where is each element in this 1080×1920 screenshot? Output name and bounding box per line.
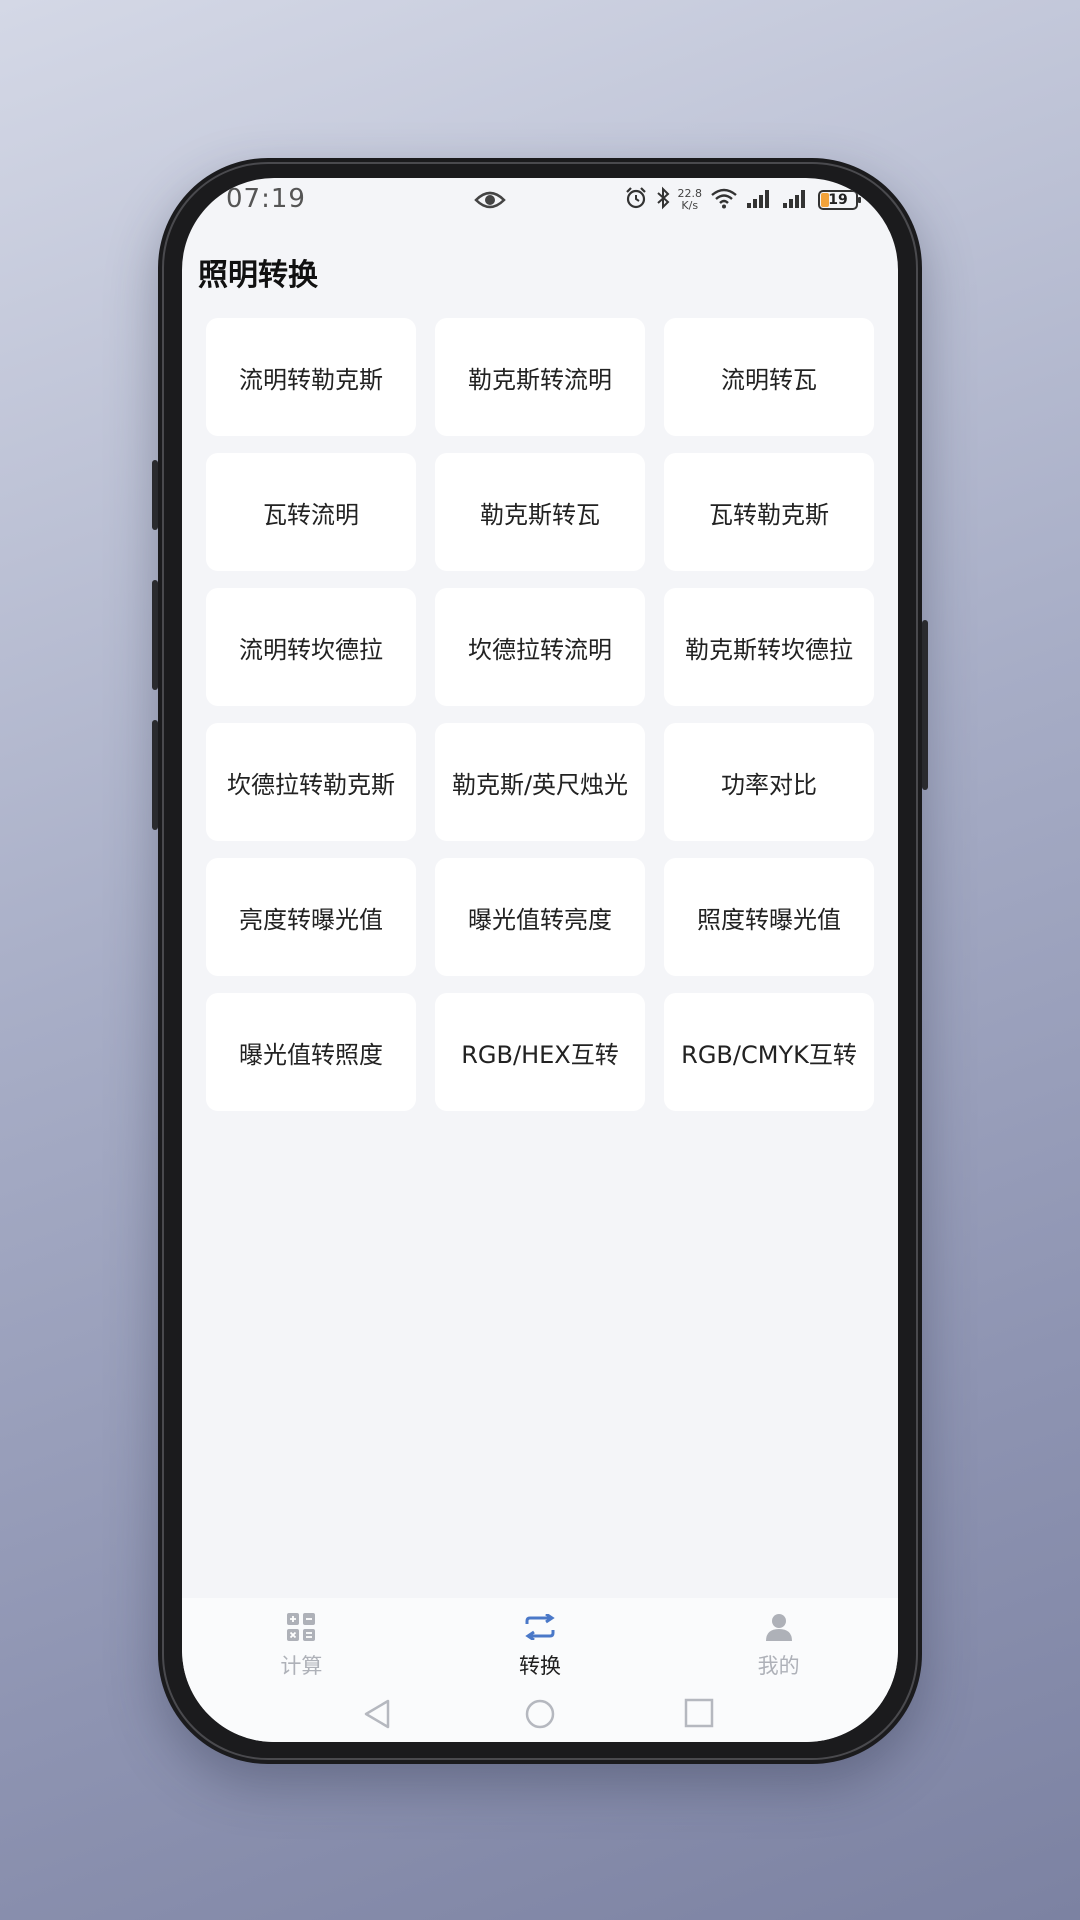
tile-lux-foot-candle[interactable]: 勒克斯/英尺烛光 bbox=[435, 723, 645, 841]
alarm-icon bbox=[624, 186, 648, 214]
back-triangle-icon[interactable] bbox=[362, 1698, 392, 1734]
tile-watt-to-lux[interactable]: 瓦转勒克斯 bbox=[664, 453, 874, 571]
network-speed-unit: K/s bbox=[681, 199, 699, 212]
tile-lumen-to-watt[interactable]: 流明转瓦 bbox=[664, 318, 874, 436]
nav-label-mine: 我的 bbox=[757, 1654, 800, 1678]
nav-label-convert: 转换 bbox=[519, 1654, 561, 1678]
battery-icon: 19 bbox=[818, 190, 861, 210]
status-time: 07:19 bbox=[226, 184, 306, 214]
tile-candela-to-lumen[interactable]: 坎德拉转流明 bbox=[435, 588, 645, 706]
home-circle-icon[interactable] bbox=[524, 1698, 556, 1734]
tile-ev-to-luminance[interactable]: 曝光值转亮度 bbox=[435, 858, 645, 976]
phone-power-button bbox=[922, 620, 928, 790]
swap-arrows-icon bbox=[523, 1610, 557, 1644]
tile-lux-to-lumen[interactable]: 勒克斯转流明 bbox=[435, 318, 645, 436]
grid-calc-icon bbox=[286, 1610, 316, 1644]
tile-luminance-to-ev[interactable]: 亮度转曝光值 bbox=[206, 858, 416, 976]
eye-icon bbox=[474, 190, 506, 214]
bottom-nav: 计算 转换 我的 bbox=[182, 1598, 898, 1688]
nav-item-convert[interactable]: 转换 bbox=[421, 1598, 660, 1688]
tile-lumen-to-lux[interactable]: 流明转勒克斯 bbox=[206, 318, 416, 436]
tile-lux-to-candela[interactable]: 勒克斯转坎德拉 bbox=[664, 588, 874, 706]
status-icons: 22.8 K/s 19 bbox=[624, 186, 861, 214]
status-bar: 07:19 22.8 K/s 19 bbox=[182, 178, 898, 242]
recents-square-icon[interactable] bbox=[684, 1698, 714, 1732]
nav-label-calculate: 计算 bbox=[280, 1654, 323, 1678]
tile-lux-to-watt[interactable]: 勒克斯转瓦 bbox=[435, 453, 645, 571]
wifi-icon bbox=[710, 187, 738, 213]
network-speed: 22.8 K/s bbox=[678, 188, 703, 212]
phone-screen: 07:19 22.8 K/s 19 照明转换 流明转勒克斯 勒克斯转流明 流明转… bbox=[182, 178, 898, 1742]
tile-power-compare[interactable]: 功率对比 bbox=[664, 723, 874, 841]
phone-frame: 07:19 22.8 K/s 19 照明转换 流明转勒克斯 勒克斯转流明 流明转… bbox=[158, 158, 922, 1764]
signal-icon-2 bbox=[782, 187, 810, 213]
bluetooth-icon bbox=[656, 186, 670, 214]
conversion-grid: 流明转勒克斯 勒克斯转流明 流明转瓦 瓦转流明 勒克斯转瓦 瓦转勒克斯 流明转坎… bbox=[206, 318, 874, 1111]
tile-rgb-cmyk[interactable]: RGB/CMYK互转 bbox=[664, 993, 874, 1111]
tile-lumen-to-candela[interactable]: 流明转坎德拉 bbox=[206, 588, 416, 706]
person-icon bbox=[764, 1610, 794, 1644]
nav-item-calculate[interactable]: 计算 bbox=[182, 1598, 421, 1688]
tile-candela-to-lux[interactable]: 坎德拉转勒克斯 bbox=[206, 723, 416, 841]
tile-watt-to-lumen[interactable]: 瓦转流明 bbox=[206, 453, 416, 571]
nav-item-mine[interactable]: 我的 bbox=[659, 1598, 898, 1688]
system-nav-bar bbox=[182, 1688, 898, 1742]
tile-illuminance-to-ev[interactable]: 照度转曝光值 bbox=[664, 858, 874, 976]
page-title: 照明转换 bbox=[198, 258, 318, 293]
battery-level: 19 bbox=[828, 192, 848, 208]
tile-rgb-hex[interactable]: RGB/HEX互转 bbox=[435, 993, 645, 1111]
signal-icon-1 bbox=[746, 187, 774, 213]
tile-ev-to-illuminance[interactable]: 曝光值转照度 bbox=[206, 993, 416, 1111]
